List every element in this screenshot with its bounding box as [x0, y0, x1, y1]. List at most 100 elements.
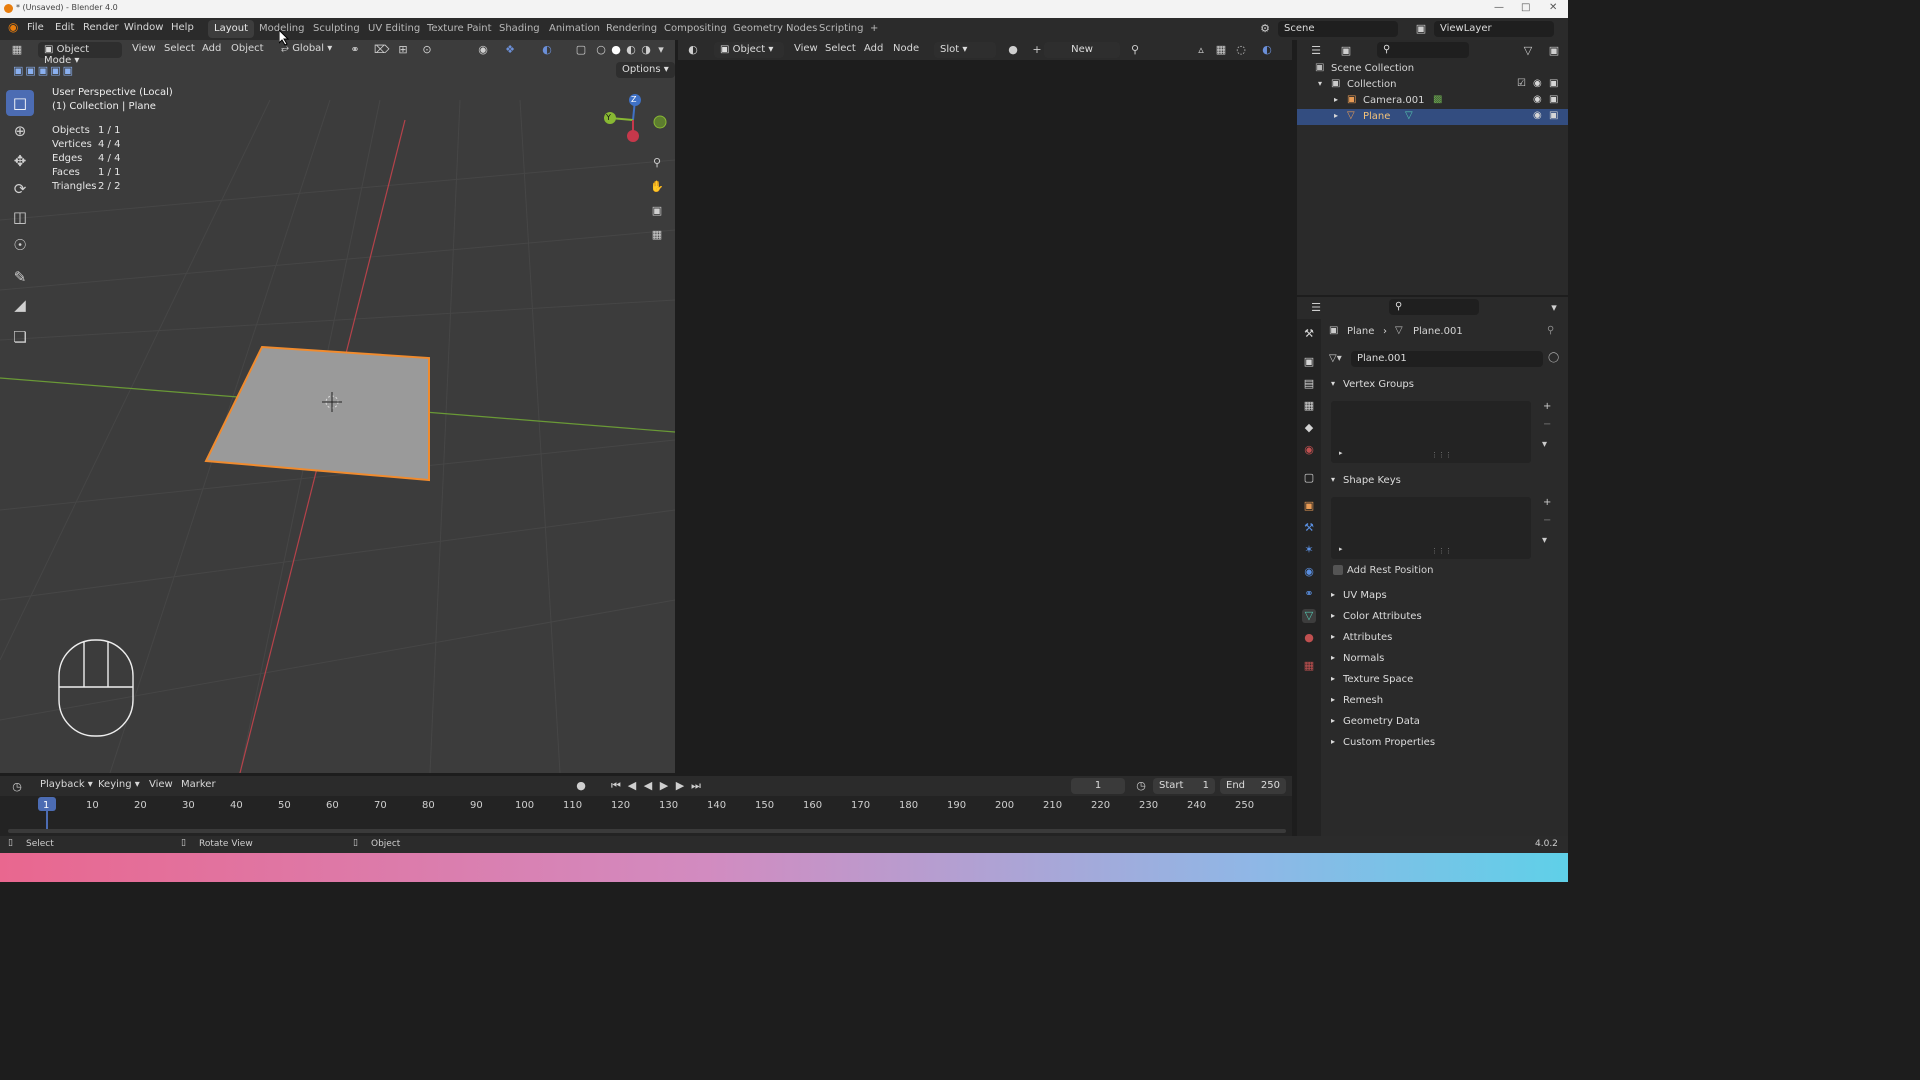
gizmo-toggle-icon[interactable]: ❖: [503, 43, 517, 57]
shape-keys-list-expand-icon[interactable]: ▸: [1339, 545, 1343, 553]
pivot-icon[interactable]: ⚭: [348, 43, 362, 57]
next-keyframe-icon[interactable]: ▶: [673, 779, 687, 793]
jump-start-icon[interactable]: ⏮: [609, 779, 623, 793]
transform-tool-icon[interactable]: ☉: [6, 232, 34, 258]
shader-menu-view[interactable]: View: [794, 43, 818, 54]
attributes-panel-header[interactable]: ▸ Attributes: [1329, 630, 1561, 648]
viewport-menu-object[interactable]: Object: [231, 43, 264, 54]
outliner-item-camera[interactable]: ▸ ▣ Camera.001 ▩ ◉ ▣: [1297, 93, 1568, 109]
outliner[interactable]: ☰ ▣ ⚲ ▽ ▣ ▣ Scene Collection ▾ ▣ Collect…: [1297, 40, 1568, 295]
outliner-type-icon[interactable]: ☰: [1309, 44, 1323, 58]
slot-dropdown[interactable]: Slot ▾: [934, 42, 996, 58]
tab-compositing[interactable]: Compositing: [658, 20, 733, 38]
scene-collection-row[interactable]: ▣ Scene Collection: [1297, 61, 1568, 77]
tab-object-icon[interactable]: ▣: [1302, 499, 1316, 513]
overlay-toggle-icon[interactable]: ◐: [540, 43, 554, 57]
tab-world-icon[interactable]: ◉: [1302, 443, 1316, 457]
tab-shading[interactable]: Shading: [493, 20, 546, 38]
add-cube-tool-icon[interactable]: ❏: [6, 324, 34, 350]
keying-menu[interactable]: Keying ▾: [98, 779, 140, 790]
pin-icon[interactable]: ⚲: [1128, 43, 1142, 57]
plane-eye-icon[interactable]: ◉: [1533, 110, 1542, 121]
camera-expand-icon[interactable]: ▸: [1334, 95, 1338, 104]
tab-animation[interactable]: Animation: [543, 20, 606, 38]
outliner-filter-icon[interactable]: ▽: [1521, 44, 1535, 58]
prev-keyframe-icon[interactable]: ◀: [625, 779, 639, 793]
normals-panel-header[interactable]: ▸ Normals: [1329, 651, 1561, 669]
remove-vertex-group-icon[interactable]: −: [1543, 419, 1551, 430]
measure-tool-icon[interactable]: ◢: [6, 292, 34, 318]
viewport-menu-add[interactable]: Add: [202, 43, 221, 54]
new-material-button[interactable]: New: [1044, 42, 1120, 58]
minimize-icon[interactable]: —: [1494, 2, 1504, 13]
tab-layout[interactable]: Layout: [208, 20, 254, 38]
maximize-icon[interactable]: □: [1521, 2, 1530, 13]
collection-eye-icon[interactable]: ◉: [1533, 78, 1542, 89]
shader-type-dropdown[interactable]: ▣ Object ▾: [714, 42, 784, 58]
tab-modifier-icon[interactable]: ⚒: [1302, 521, 1316, 535]
visibility-icon[interactable]: ◉: [476, 43, 490, 57]
collection-row[interactable]: ▾ ▣ Collection ☑ ◉ ▣: [1297, 77, 1568, 93]
collection-checkbox-icon[interactable]: ☑: [1517, 78, 1526, 89]
vertex-groups-list-expand-icon[interactable]: ▸: [1339, 449, 1343, 457]
outliner-display-mode-icon[interactable]: ▣: [1339, 44, 1353, 58]
geometry-data-panel-header[interactable]: ▸ Geometry Data: [1329, 714, 1561, 732]
camera-data-icon[interactable]: ▩: [1433, 94, 1442, 105]
tab-view-layer-icon[interactable]: ▦: [1302, 399, 1316, 413]
view-layer-icon[interactable]: ▣: [1414, 22, 1428, 36]
cursor-tool-icon[interactable]: ⊕: [6, 118, 34, 144]
collection-expand-icon[interactable]: ▾: [1318, 79, 1322, 88]
outliner-item-plane[interactable]: ▸ ▽ Plane ▽ ◉ ▣: [1297, 109, 1568, 125]
material-shading-icon[interactable]: ◐: [624, 43, 638, 57]
shape-keys-resize-handle[interactable]: ⋮⋮⋮: [1431, 547, 1452, 555]
jump-end-icon[interactable]: ⏭: [689, 779, 703, 793]
tab-particles-icon[interactable]: ✶: [1302, 543, 1316, 557]
tab-physics-icon[interactable]: ◉: [1302, 565, 1316, 579]
xray-icon[interactable]: ▢: [574, 43, 588, 57]
properties-pin-icon[interactable]: ⚲: [1547, 325, 1554, 336]
vertex-groups-list[interactable]: ▸ ⋮⋮⋮: [1331, 401, 1531, 463]
vertex-groups-menu-icon[interactable]: ▾: [1542, 439, 1547, 450]
tab-rendering[interactable]: Rendering: [600, 20, 663, 38]
camera-view-icon[interactable]: ▣: [650, 204, 664, 218]
menu-help[interactable]: Help: [171, 22, 194, 33]
plane-mesh-data-icon[interactable]: ▽: [1405, 110, 1413, 121]
tab-render-icon[interactable]: ▣: [1302, 355, 1316, 369]
scale-tool-icon[interactable]: ◫: [6, 204, 34, 230]
record-icon[interactable]: ●: [574, 779, 588, 793]
tab-texture-icon[interactable]: ▦: [1302, 659, 1316, 673]
timeline-menu-view[interactable]: View: [149, 779, 173, 790]
texture-space-panel-header[interactable]: ▸ Texture Space: [1329, 672, 1561, 690]
node-snap-icon[interactable]: ▵: [1194, 43, 1208, 57]
material-browse-icon[interactable]: ●: [1006, 43, 1020, 57]
playback-menu[interactable]: Playback ▾: [40, 779, 93, 790]
camera-eye-icon[interactable]: ◉: [1533, 94, 1542, 105]
close-icon[interactable]: ✕: [1549, 2, 1557, 13]
snap-target-icon[interactable]: ⊞: [396, 43, 410, 57]
custom-properties-panel-header[interactable]: ▸ Custom Properties: [1329, 735, 1561, 753]
node-overlay-toggle-icon[interactable]: ◐: [1260, 43, 1274, 57]
proportional-edit-icon[interactable]: ⊙: [420, 43, 434, 57]
options-dropdown[interactable]: Options ▾: [616, 62, 675, 78]
object-mode-dropdown[interactable]: ▣ Object Mode ▾: [38, 42, 122, 66]
remove-shape-key-icon[interactable]: −: [1543, 515, 1551, 526]
add-rest-position-checkbox[interactable]: [1333, 565, 1343, 575]
timeline[interactable]: ◷ Playback ▾ Keying ▾ View Marker ● ⏮ ◀ …: [0, 776, 1292, 836]
rotate-tool-icon[interactable]: ⟳: [6, 176, 34, 202]
tab-scripting[interactable]: Scripting: [813, 20, 869, 38]
tab-texture-paint[interactable]: Texture Paint: [421, 20, 498, 38]
vertex-groups-resize-handle[interactable]: ⋮⋮⋮: [1431, 451, 1452, 459]
current-frame-field[interactable]: 1: [1071, 778, 1125, 794]
tab-tool-icon[interactable]: ⚒: [1302, 327, 1316, 341]
add-workspace-button[interactable]: +: [864, 20, 884, 38]
shape-keys-panel-header[interactable]: ▾ Shape Keys: [1329, 473, 1561, 491]
menu-render[interactable]: Render: [83, 22, 119, 33]
properties-type-icon[interactable]: ☰: [1309, 301, 1323, 315]
color-attributes-panel-header[interactable]: ▸ Color Attributes: [1329, 609, 1561, 627]
datablock-type-icon[interactable]: ▽▾: [1329, 353, 1342, 364]
tab-sculpting[interactable]: Sculpting: [307, 20, 366, 38]
timeline-menu-marker[interactable]: Marker: [181, 779, 216, 790]
timeline-scrollbar[interactable]: [8, 829, 1286, 833]
fake-user-shield-icon[interactable]: ◯: [1548, 352, 1559, 363]
add-vertex-group-icon[interactable]: +: [1543, 401, 1551, 412]
